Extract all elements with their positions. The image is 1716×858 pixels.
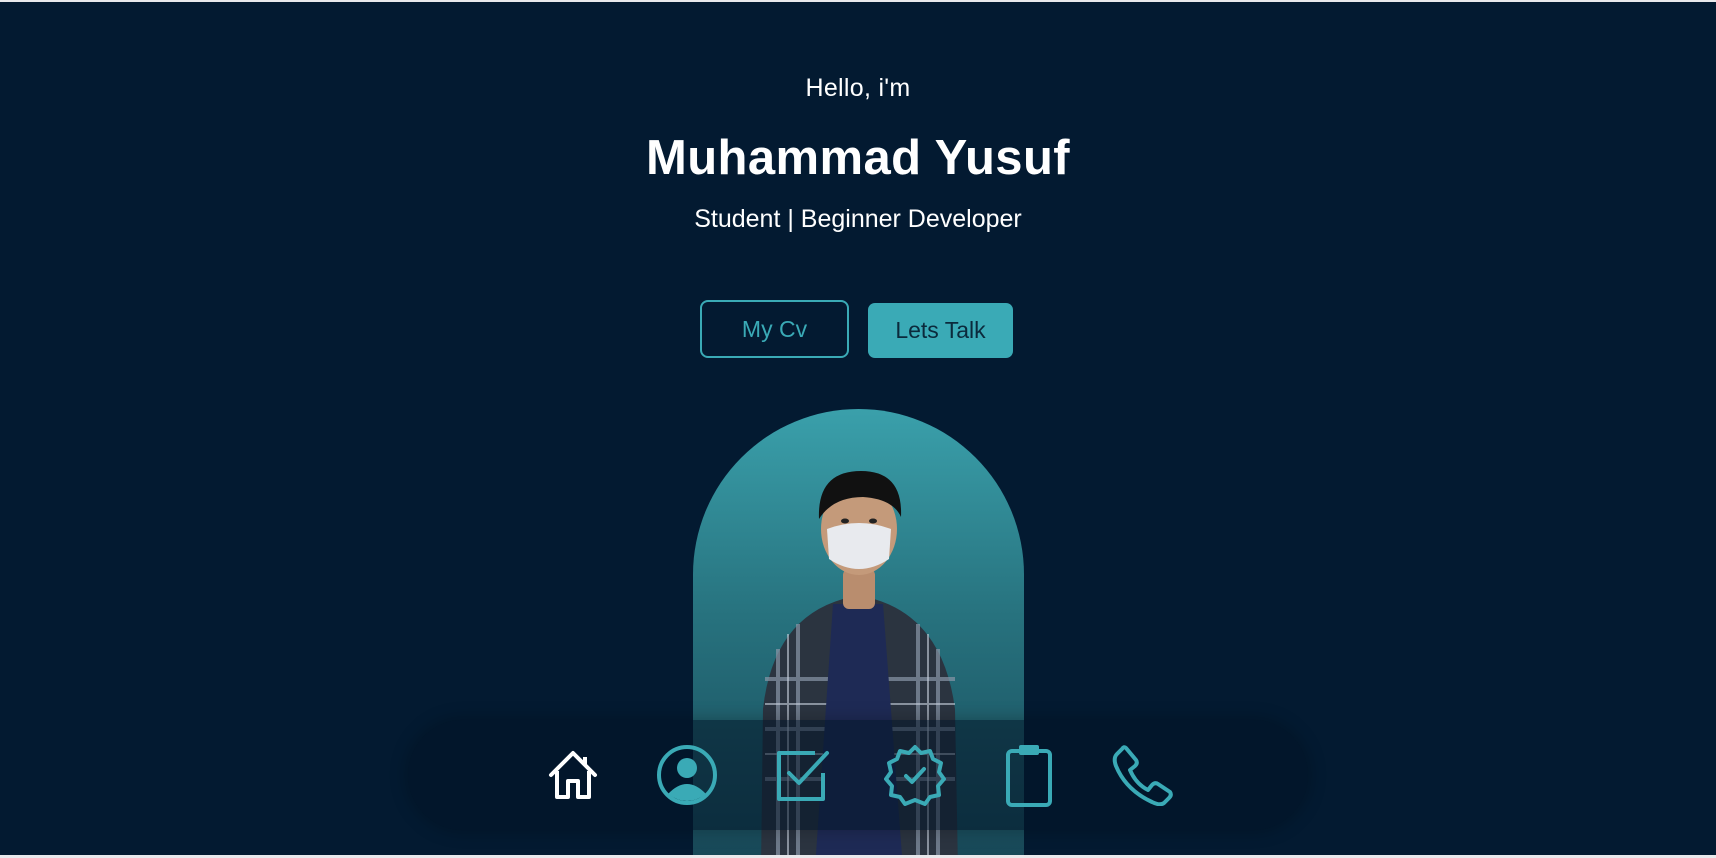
nav-about[interactable] [651,739,723,811]
nav-contact[interactable] [1107,739,1179,811]
subtitle-text: Student | Beginner Developer [694,205,1022,233]
clipboard-icon [1006,745,1052,807]
my-cv-button[interactable]: My Cv [700,300,849,358]
user-circle-icon [657,745,717,805]
home-icon [549,751,597,799]
nav-skills[interactable] [765,739,837,811]
nav-portfolio[interactable] [993,739,1065,811]
hero-section: Hello, i'm Muhammad Yusuf Student | Begi… [0,2,1716,855]
nav-certificates[interactable] [879,739,951,811]
phone-icon [1112,745,1173,806]
checkbox-icon [777,751,829,801]
nav-home[interactable] [537,739,609,811]
badge-check-icon [884,745,946,806]
lets-talk-button[interactable]: Lets Talk [868,303,1013,358]
greeting-text: Hello, i'm [805,74,911,102]
page-title: Muhammad Yusuf [646,131,1070,185]
